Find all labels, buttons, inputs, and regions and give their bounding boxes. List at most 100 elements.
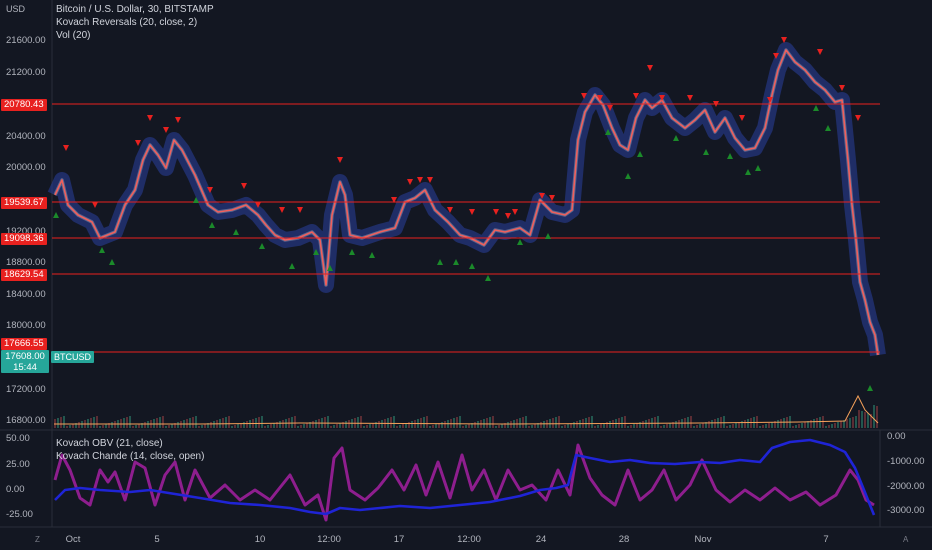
volume-bar bbox=[78, 422, 80, 428]
volume-bar bbox=[759, 426, 761, 428]
volume-bar bbox=[783, 418, 785, 428]
buy-marker bbox=[745, 169, 751, 175]
volume-bar bbox=[435, 424, 437, 428]
sell-marker bbox=[407, 179, 413, 185]
volume-bar bbox=[198, 426, 200, 428]
volume-bar bbox=[837, 422, 839, 428]
volume-bar bbox=[840, 421, 842, 428]
price-tick: 21600.00 bbox=[6, 35, 46, 46]
volume-bar bbox=[135, 425, 137, 428]
buy-marker bbox=[517, 239, 523, 245]
price-tick: 21200.00 bbox=[6, 67, 46, 78]
volume-bar bbox=[855, 416, 857, 428]
volume-bar bbox=[243, 422, 245, 428]
volume-bar bbox=[96, 416, 98, 428]
volume-bar bbox=[501, 424, 503, 428]
volume-bar bbox=[69, 425, 71, 428]
osc-right-tick: -2000.00 bbox=[887, 481, 925, 492]
volume-bar bbox=[246, 421, 248, 428]
buy-marker bbox=[209, 222, 215, 228]
volume-bar bbox=[348, 420, 350, 428]
volume-bar bbox=[555, 417, 557, 428]
auto-scale-toggle[interactable]: A bbox=[903, 535, 908, 544]
indicator-legend-volume[interactable]: Vol (20) bbox=[56, 30, 90, 42]
volume-bar bbox=[291, 417, 293, 428]
level-label[interactable]: 17666.55 bbox=[1, 338, 47, 350]
volume-bar bbox=[324, 417, 326, 428]
volume-bar bbox=[696, 425, 698, 428]
volume-bar bbox=[93, 417, 95, 428]
volume-bar bbox=[528, 426, 530, 428]
volume-bar bbox=[714, 419, 716, 428]
volume-bar bbox=[663, 425, 665, 428]
volume-bar bbox=[222, 418, 224, 428]
indicator-legend-chande[interactable]: Kovach Chande (14, close, open) bbox=[56, 451, 204, 463]
buy-marker bbox=[625, 173, 631, 179]
level-label[interactable]: 19098.36 bbox=[1, 233, 47, 245]
osc-left-tick: -25.00 bbox=[6, 509, 33, 520]
level-label[interactable]: 19539.67 bbox=[1, 197, 47, 209]
auto-scale-toggle[interactable]: Z bbox=[35, 535, 40, 544]
volume-bar bbox=[396, 426, 398, 428]
sell-marker bbox=[279, 207, 285, 213]
volume-bar bbox=[330, 426, 332, 428]
volume-bar bbox=[357, 417, 359, 428]
buy-marker bbox=[289, 263, 295, 269]
indicator-legend-reversals[interactable]: Kovach Reversals (20, close, 2) bbox=[56, 17, 197, 29]
buy-marker bbox=[813, 105, 819, 111]
level-label[interactable]: 18629.54 bbox=[1, 269, 47, 281]
volume-bar bbox=[144, 422, 146, 428]
volume-bar bbox=[492, 416, 494, 428]
volume-bar bbox=[267, 425, 269, 428]
volume-bar bbox=[498, 425, 500, 428]
volume-bar bbox=[441, 422, 443, 428]
volume-bar bbox=[156, 418, 158, 428]
volume-bar bbox=[195, 416, 197, 428]
volume-bar bbox=[777, 420, 779, 428]
time-tick: 12:00 bbox=[317, 534, 341, 545]
current-price-value: 17608.00 bbox=[5, 351, 45, 362]
volume-bar bbox=[429, 426, 431, 428]
buy-marker bbox=[755, 165, 761, 171]
volume-bar bbox=[390, 417, 392, 428]
volume-bar bbox=[834, 423, 836, 428]
volume-bar bbox=[816, 418, 818, 428]
sell-marker bbox=[147, 115, 153, 121]
chart-title[interactable]: Bitcoin / U.S. Dollar, 30, BITSTAMP bbox=[56, 4, 214, 16]
volume-bar bbox=[495, 426, 497, 428]
sell-marker bbox=[63, 145, 69, 151]
chart-canvas[interactable] bbox=[0, 0, 932, 550]
volume-bar bbox=[708, 421, 710, 428]
sell-marker bbox=[647, 65, 653, 71]
sell-marker bbox=[163, 127, 169, 133]
volume-bar bbox=[366, 425, 368, 428]
level-label[interactable]: 20780.43 bbox=[1, 99, 47, 111]
time-tick: 17 bbox=[393, 534, 405, 545]
buy-marker bbox=[469, 263, 475, 269]
buy-marker bbox=[637, 151, 643, 157]
time-tick: Nov bbox=[694, 534, 712, 545]
volume-bar bbox=[729, 425, 731, 428]
volume-bar bbox=[798, 424, 800, 428]
volume-bar bbox=[105, 424, 107, 428]
volume-bar bbox=[633, 424, 635, 428]
volume-bar bbox=[702, 423, 704, 428]
volume-bar bbox=[534, 424, 536, 428]
volume-bar bbox=[711, 420, 713, 428]
volume-bar bbox=[624, 416, 626, 428]
sell-marker bbox=[135, 140, 141, 146]
volume-bar bbox=[411, 421, 413, 428]
volume-bar bbox=[540, 422, 542, 428]
volume-bar bbox=[660, 426, 662, 428]
volume-bar bbox=[735, 423, 737, 428]
indicator-legend-obv[interactable]: Kovach OBV (21, close) bbox=[56, 438, 163, 450]
volume-bar bbox=[630, 425, 632, 428]
volume-bar bbox=[489, 417, 491, 428]
volume-bar bbox=[852, 417, 854, 428]
volume-bar bbox=[804, 422, 806, 428]
volume-bar bbox=[552, 418, 554, 428]
buy-marker bbox=[369, 252, 375, 258]
volume-bar bbox=[762, 425, 764, 428]
volume-bar bbox=[627, 426, 629, 428]
volume-bar bbox=[510, 421, 512, 428]
